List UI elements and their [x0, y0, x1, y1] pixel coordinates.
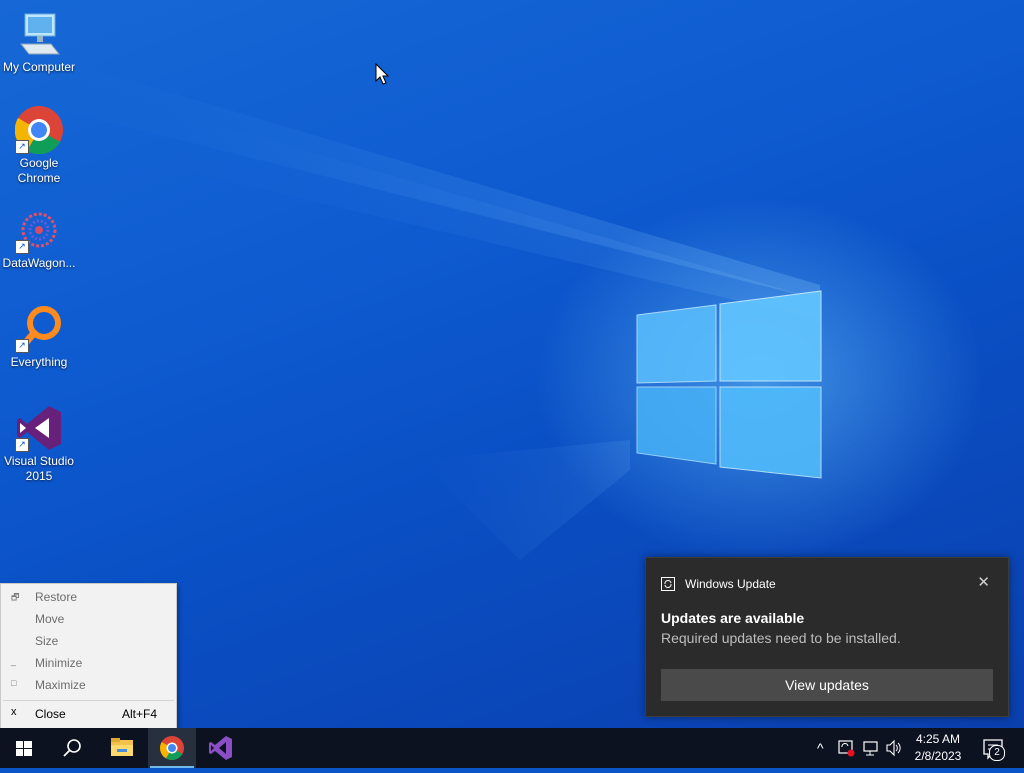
desktop-icon-label: Everything	[10, 355, 68, 369]
notification-app-name: Windows Update	[685, 577, 776, 591]
desktop-icon-label-line2: 2015	[25, 469, 53, 483]
desktop-icon-label-line2: Chrome	[17, 171, 61, 185]
menu-item-label: Close	[35, 707, 66, 721]
windows-logo-wallpaper	[636, 290, 822, 479]
notification-body: Required updates need to be installed.	[661, 630, 901, 646]
maximize-icon: □	[11, 678, 17, 688]
visual-studio-icon: ↗	[15, 404, 63, 452]
menu-item-label: Size	[35, 634, 59, 648]
shortcut-arrow-icon: ↗	[15, 140, 29, 154]
datawagon-icon: ↗	[15, 206, 63, 254]
menu-item-size[interactable]: Size	[1, 631, 176, 651]
tray-network-button[interactable]	[860, 728, 882, 768]
desktop-icon-google-chrome[interactable]: ↗ Google Chrome	[0, 106, 78, 186]
menu-item-maximize[interactable]: □ Maximize	[1, 675, 176, 695]
chrome-icon: ↗	[14, 106, 63, 155]
menu-separator	[3, 700, 174, 701]
chrome-button[interactable]	[148, 728, 196, 768]
security-alert-icon	[838, 740, 855, 757]
shortcut-arrow-icon: ↗	[15, 240, 29, 254]
chevron-up-icon: ^	[817, 740, 824, 756]
menu-item-move[interactable]: Move	[1, 609, 176, 629]
menu-item-label: Restore	[35, 590, 78, 604]
notification-title: Updates are available	[661, 610, 805, 626]
minimize-icon: _	[11, 656, 17, 666]
folder-icon	[111, 738, 133, 756]
search-button[interactable]	[48, 728, 96, 768]
windows-update-icon	[661, 577, 675, 591]
windows-start-icon	[16, 741, 32, 756]
volume-icon	[886, 739, 901, 757]
desktop-icon-everything[interactable]: ↗ Everything	[0, 305, 78, 370]
notification-close-icon[interactable]: ✕	[977, 573, 990, 591]
menu-item-minimize[interactable]: _ Minimize	[1, 653, 176, 673]
close-icon: x	[11, 706, 17, 718]
notification-count-badge: 2	[989, 745, 1005, 761]
tray-security-icon-button[interactable]	[836, 728, 858, 768]
view-updates-button[interactable]: View updates	[661, 669, 993, 701]
menu-item-close[interactable]: x Close Alt+F4	[1, 704, 176, 724]
start-button[interactable]	[0, 728, 48, 768]
shortcut-arrow-icon: ↗	[15, 438, 29, 452]
shortcut-arrow-icon: ↗	[15, 339, 29, 353]
mouse-cursor-icon	[375, 63, 389, 85]
visual-studio-icon	[209, 736, 232, 760]
desktop-icon-label: My Computer	[2, 60, 76, 74]
desktop-icon-label: Visual Studio	[4, 454, 74, 468]
menu-item-shortcut: Alt+F4	[121, 707, 157, 721]
desktop-icon-visual-studio[interactable]: ↗ Visual Studio 2015	[0, 404, 78, 484]
tray-chevron[interactable]: ^	[813, 728, 831, 768]
clock-date: 2/8/2023	[914, 749, 962, 763]
menu-item-label: Minimize	[35, 656, 83, 670]
menu-item-restore[interactable]: 🗗 Restore	[1, 587, 176, 607]
taskbar-clock[interactable]: 4:25 AM 2/8/2023	[904, 731, 972, 765]
search-icon	[63, 739, 81, 757]
taskbar: ^ 4:25 AM 2/8/2023 2	[0, 728, 1024, 768]
desktop-icon-datawagon[interactable]: ↗ DataWagon...	[0, 206, 78, 271]
desktop-icon-my-computer[interactable]: My Computer	[0, 10, 78, 75]
restore-icon: 🗗	[11, 592, 20, 602]
file-explorer-button[interactable]	[98, 728, 146, 768]
menu-item-label: Move	[35, 612, 65, 626]
notification-toast: Windows Update ✕ Updates are available R…	[645, 557, 1009, 717]
computer-icon	[15, 10, 63, 58]
action-center-button[interactable]: 2	[978, 728, 1018, 768]
window-context-menu: 🗗 Restore Move Size _ Minimize □ Maximiz…	[0, 583, 177, 730]
tray-volume-button[interactable]	[884, 728, 904, 768]
everything-search-icon: ↗	[15, 305, 63, 353]
desktop-icon-label: Google	[19, 156, 59, 170]
network-icon	[863, 741, 878, 756]
clock-time: 4:25 AM	[915, 732, 961, 746]
visual-studio-button[interactable]	[197, 728, 245, 768]
desktop-icon-label: DataWagon...	[2, 256, 76, 270]
chrome-icon	[159, 736, 184, 761]
menu-item-label: Maximize	[35, 678, 86, 692]
